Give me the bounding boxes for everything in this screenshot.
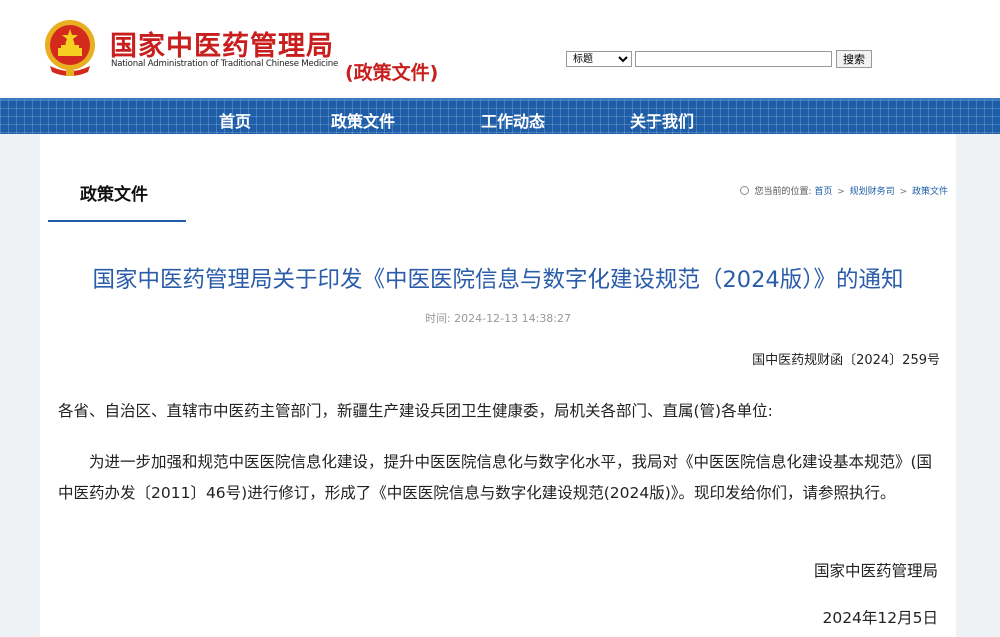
nav-item-about-us[interactable]: 关于我们 (630, 108, 694, 132)
search-input[interactable] (635, 51, 832, 67)
document-number: 国中医药规财函〔2024〕259号 (752, 353, 940, 368)
nav-item-home[interactable]: 首页 (219, 108, 251, 132)
article-signature: 国家中医药管理局 (813, 562, 938, 580)
site-header: 国家中医药管理局 National Administration of Trad… (0, 0, 1000, 98)
site-title: 国家中医药管理局 (110, 31, 334, 62)
article-time: 时间: 2024-12-13 14:38:27 (424, 312, 572, 325)
panel-title-underline (48, 220, 186, 222)
article-title: 国家中医药管理局关于印发《中医医院信息与数字化建设规范（2024版）》的通知 (92, 267, 904, 293)
search-button[interactable]: 搜索 (836, 50, 872, 68)
breadcrumb-policy-documents[interactable]: 政策文件 (912, 187, 948, 197)
main-nav: 首页 政策文件 工作动态 关于我们 (0, 98, 1000, 134)
breadcrumb-prefix: 您当前的位置: (754, 187, 812, 197)
panel-title: 政策文件 (80, 185, 148, 205)
location-icon (739, 186, 749, 195)
article-date: 2024年12月5日 (822, 609, 938, 627)
content-panel: 政策文件 您当前的位置: 首页 > 规划财务司 > 政策文件 国家中医药管理局关… (40, 134, 956, 637)
nav-item-work-news[interactable]: 工作动态 (481, 108, 545, 132)
breadcrumb-separator: > (899, 187, 908, 197)
breadcrumb-planning-finance[interactable]: 规划财务司 (850, 187, 895, 197)
section-tag: (政策文件) (345, 62, 439, 84)
national-emblem-icon (45, 20, 95, 76)
search-field-select[interactable]: 标题 (566, 51, 632, 67)
breadcrumb: 您当前的位置: 首页 > 规划财务司 > 政策文件 (739, 184, 948, 197)
breadcrumb-home[interactable]: 首页 (814, 187, 832, 197)
site-subtitle: National Administration of Traditional C… (111, 59, 339, 69)
article-salutation: 各省、自治区、直辖市中医药主管部门，新疆生产建设兵团卫生健康委，局机关各部门、直… (58, 402, 773, 420)
article-body-paragraph: 为进一步加强和规范中医医院信息化建设，提升中医医院信息化与数字化水平，我局对《中… (58, 453, 933, 502)
nav-item-policy-documents[interactable]: 政策文件 (331, 108, 395, 132)
breadcrumb-separator: > (837, 187, 845, 197)
